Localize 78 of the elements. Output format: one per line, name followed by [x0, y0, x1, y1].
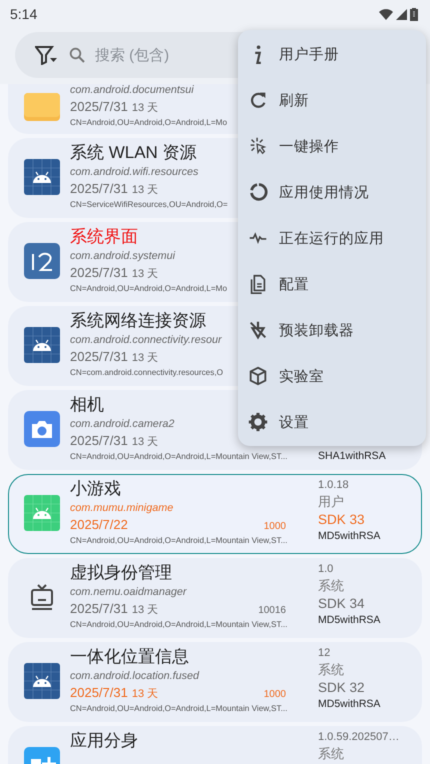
gear-icon: [247, 411, 269, 433]
age-label: 13 天: [132, 183, 158, 198]
certificate-text: CN=Android,OU=Android,O=Android,L=Mo: [70, 283, 228, 295]
certificate-text: CN=com.android.connectivity.resources,O: [70, 367, 223, 379]
certificate-text: CN=Android,OU=Android,O=Android,L=Mountain View,ST...: [70, 619, 288, 631]
sdk-label: SDK 34: [318, 595, 365, 613]
app-name: 一体化位置信息: [70, 646, 189, 668]
certificate-text: CN=Android,OU=Android,O=Android,L=Mo: [70, 117, 228, 129]
uid-label: 10016: [258, 604, 286, 618]
signature-algorithm: MD5withRSA: [318, 697, 380, 712]
wifi-icon: [379, 8, 393, 20]
app-icon: [24, 327, 60, 363]
app-icon: [24, 663, 60, 699]
version-label: 12: [318, 646, 330, 661]
app-type: 系统: [318, 745, 344, 762]
install-date: 2025/7/22: [70, 516, 128, 533]
info-icon: [254, 44, 262, 64]
app-name: 相机: [70, 394, 104, 416]
sdk-label: SDK 33: [318, 511, 365, 529]
app-card[interactable]: 应用分身 1.0.59.202507… 系统: [8, 726, 422, 764]
app-card[interactable]: 虚拟身份管理 com.nemu.oaidmanager 2025/7/31 13 天 10016 CN=Android,OU=Android,O=Android,L=Mountain View,ST... 1.0 系统 SDK 34 MD5withRSA: [8, 558, 422, 638]
certificate-text: CN=Android,OU=Android,O=Android,L=Mountain View,ST...: [70, 703, 288, 715]
age-label: 13 天: [132, 101, 158, 116]
sdk-label: SDK 32: [318, 679, 365, 697]
version-label: 1.0.18: [318, 478, 349, 493]
app-type: 用户: [318, 493, 344, 510]
package-name: com.android.camera2: [70, 417, 174, 432]
age-label: 13 天: [132, 603, 158, 618]
package-name: com.android.wifi.resources: [70, 165, 198, 180]
app-name: 虚拟身份管理: [70, 562, 172, 584]
cube-icon: [247, 365, 269, 387]
search-placeholder: 搜索 (包含): [95, 46, 170, 64]
app-icon: [24, 495, 60, 531]
install-date: 2025/7/31: [70, 600, 128, 617]
app-icon: [24, 159, 60, 195]
app-type: 系统: [318, 661, 344, 678]
status-time: 5:14: [10, 6, 38, 22]
age-label: 13 天: [132, 267, 158, 282]
install-date: 2025/7/31: [70, 98, 128, 115]
certificate-text: CN=Android,OU=Android,O=Android,L=Mountain View,ST...: [70, 535, 288, 547]
age-label: 13 天: [132, 351, 158, 366]
filter-icon[interactable]: [35, 45, 59, 65]
app-card[interactable]: 小游戏 com.mumu.minigame 2025/7/22 1000 CN=Android,OU=Android,O=Android,L=Mountain View,ST... 1.0.18 用户 SDK 33 MD5withRSA: [8, 474, 422, 554]
uninstall-icon: [247, 319, 269, 341]
age-label: 13 天: [132, 687, 158, 702]
uid-label: 1000: [264, 688, 286, 702]
install-date: 2025/7/31: [70, 432, 128, 449]
app-type: 系统: [318, 577, 344, 594]
certificate-text: CN=Android,OU=Android,O=Android,L=Mountain View,ST...: [70, 451, 288, 463]
package-name: com.nemu.oaidmanager: [70, 585, 186, 600]
app-name: 应用分身: [70, 730, 138, 752]
search-icon: [69, 47, 85, 63]
battery-icon: [410, 8, 418, 20]
signature-algorithm: MD5withRSA: [318, 613, 380, 628]
package-name: com.android.connectivity.resour: [70, 333, 222, 348]
app-name: 系统网络连接资源: [70, 310, 206, 332]
app-icon: [24, 243, 60, 279]
app-name: 系统 WLAN 资源: [70, 142, 197, 164]
install-date: 2025/7/31: [70, 348, 128, 365]
version-label: 1.0.59.202507…: [318, 730, 400, 745]
signature-algorithm: SHA1withRSA: [318, 449, 386, 464]
app-name: 小游戏: [70, 478, 121, 500]
install-date: 2025/7/31: [70, 180, 128, 197]
package-name: com.android.documentsui: [70, 83, 194, 98]
app-name: 系统界面: [70, 226, 138, 248]
app-card[interactable]: 一体化位置信息 com.android.location.fused 2025/7/31 13 天 1000 CN=Android,OU=Android,O=Android,L=Mountain View,ST... 12 系统 SDK 32 MD5withRSA: [8, 642, 422, 722]
signal-icon: [396, 8, 407, 20]
package-name: com.android.location.fused: [70, 669, 200, 684]
signature-algorithm: MD5withRSA: [318, 529, 380, 544]
install-date: 2025/7/31: [70, 264, 128, 281]
uid-label: 1000: [264, 520, 286, 534]
certificate-text: CN=ServiceWifiResources,OU=Android,O=: [70, 199, 228, 211]
package-name: com.mumu.minigame: [70, 501, 174, 516]
version-label: 1.0: [318, 562, 334, 577]
package-name: com.android.systemui: [70, 249, 176, 264]
age-label: 13 天: [132, 435, 158, 450]
install-date: 2025/7/31: [70, 684, 128, 701]
app-icon: [24, 411, 60, 447]
